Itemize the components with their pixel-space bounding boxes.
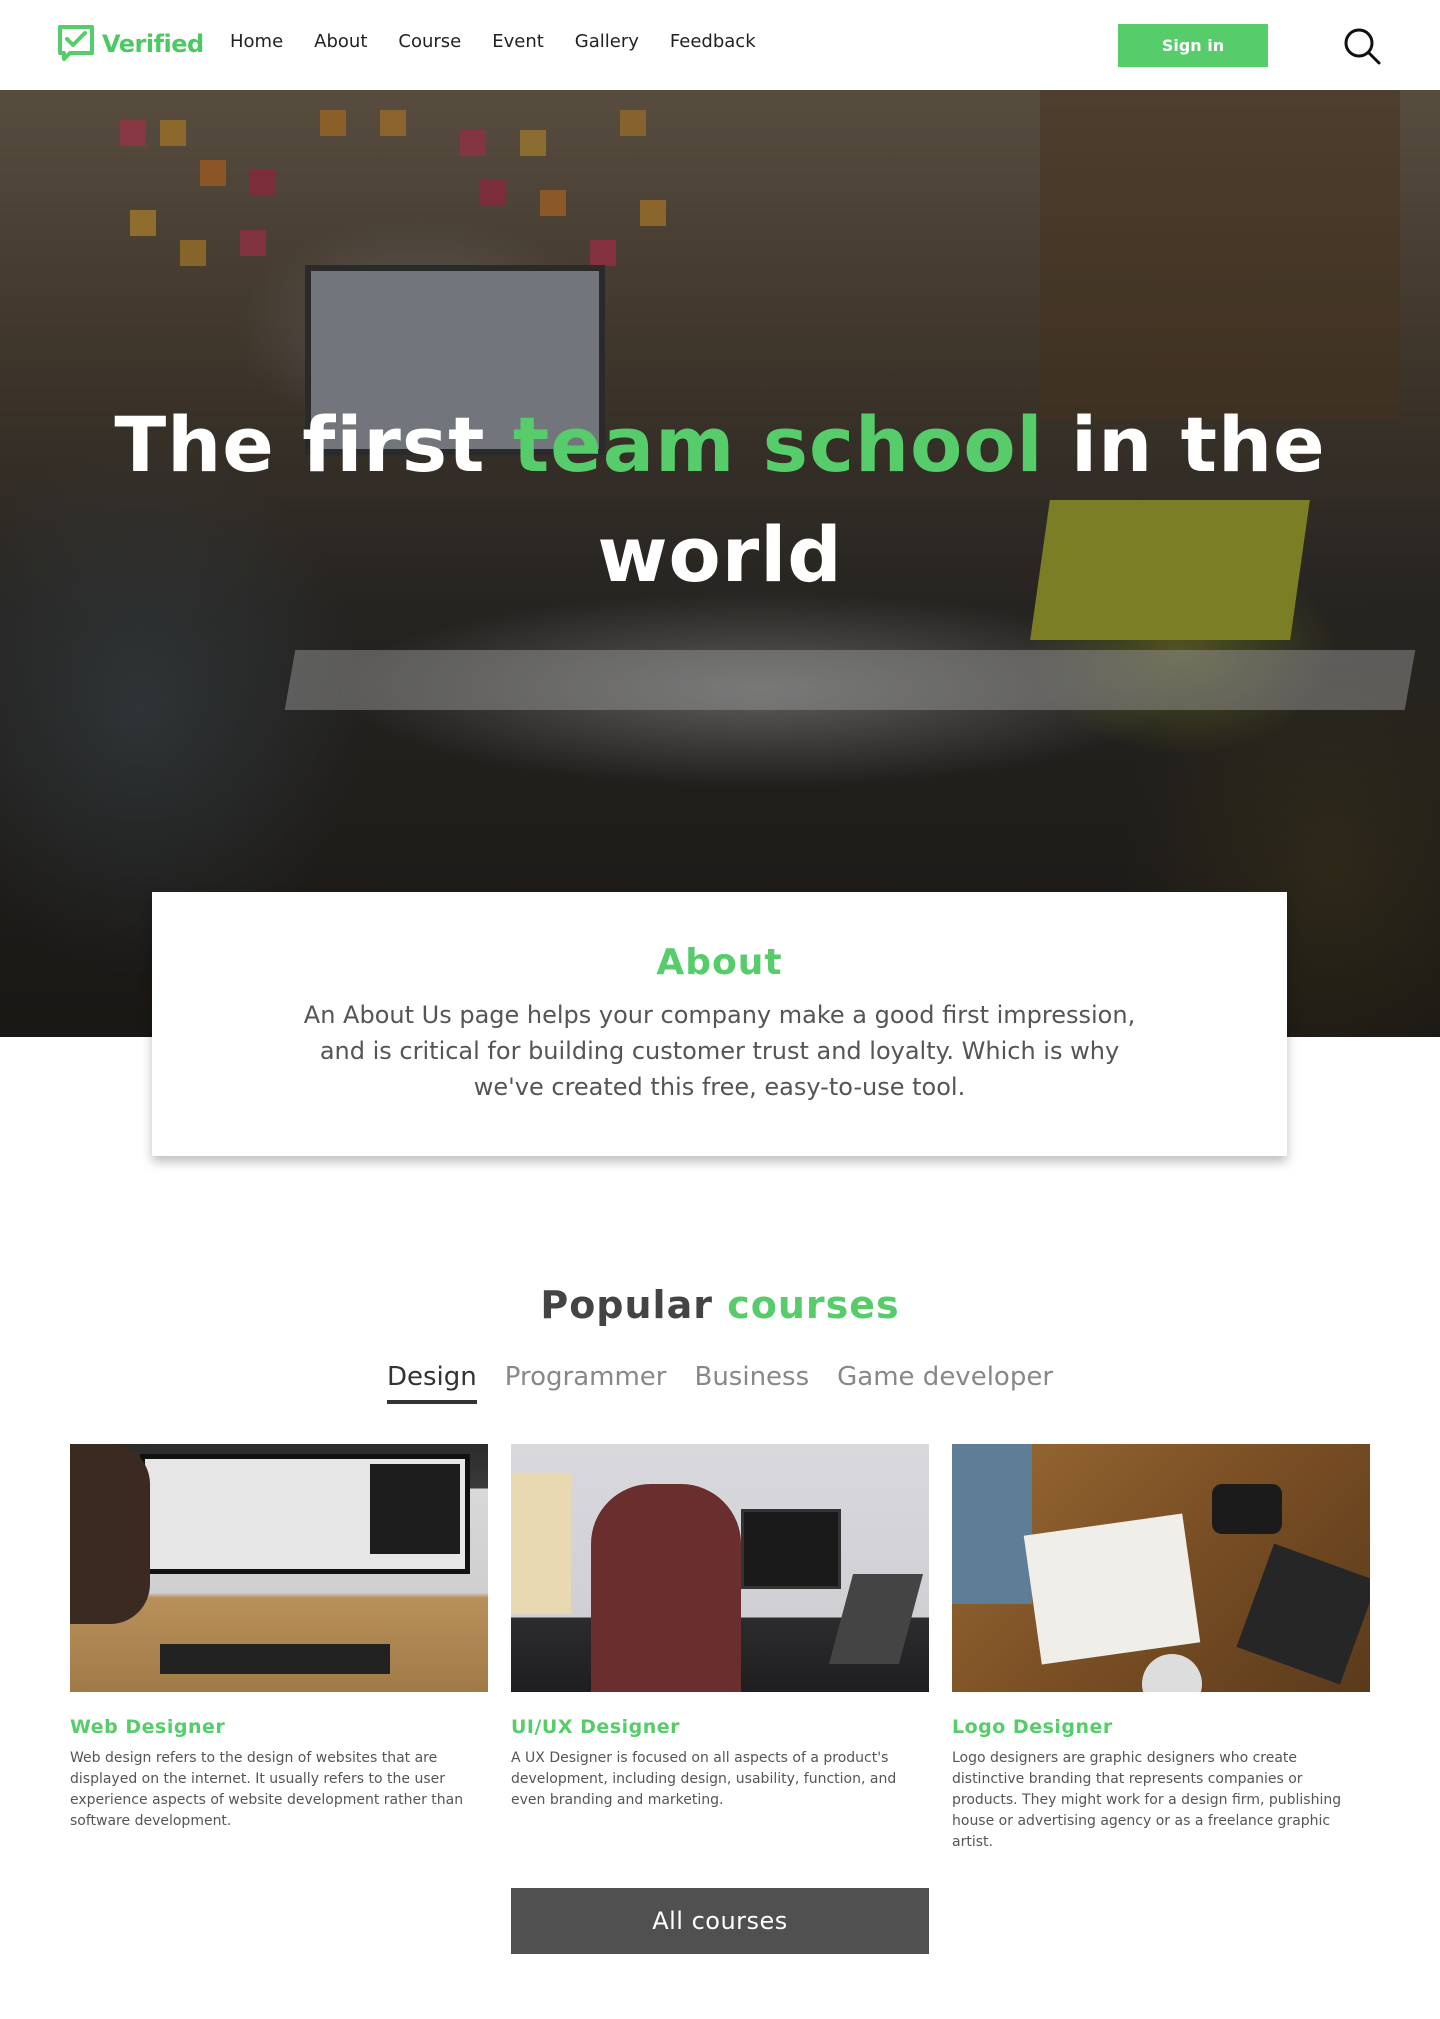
course-image-ui-ux-designer	[511, 1444, 929, 1692]
course-title[interactable]: UI/UX Designer	[511, 1716, 929, 1738]
check-chat-icon	[56, 23, 96, 65]
hero-title-highlight: team school	[512, 400, 1044, 489]
course-description: Logo designers are graphic designers who…	[952, 1750, 1342, 1850]
nav-gallery-link[interactable]: Gallery	[575, 28, 639, 56]
hero-title-start: The first	[114, 400, 513, 489]
nav-home-link[interactable]: Home	[230, 28, 283, 56]
hero-title: The first team school in the world	[0, 390, 1440, 610]
course-description: A UX Designer is focused on all aspects …	[511, 1750, 897, 1808]
popular-courses-heading: Popular courses	[0, 1283, 1440, 1327]
tab-game-developer[interactable]: Game developer	[837, 1362, 1053, 1404]
course-category-tabs: Design Programmer Business Game develope…	[0, 1362, 1440, 1404]
brand-name: Verified	[102, 30, 204, 58]
course-description: Web design refers to the design of websi…	[70, 1750, 464, 1829]
tab-programmer[interactable]: Programmer	[505, 1362, 667, 1404]
tab-design[interactable]: Design	[386, 1362, 477, 1404]
course-card-logo-designer[interactable]: Logo Designer Logo designers are graphic…	[952, 1444, 1370, 1853]
main-menu: Home About Course Event Gallery Feedback	[230, 28, 787, 56]
nav-about-link[interactable]: About	[314, 28, 367, 56]
search-button[interactable]	[1342, 26, 1382, 66]
sign-in-button[interactable]: Sign in	[1118, 24, 1268, 67]
about-description: An About Us page helps your company make…	[303, 1001, 1136, 1101]
courses-heading-plain: Popular	[540, 1283, 728, 1327]
all-courses-button[interactable]: All courses	[511, 1888, 929, 1954]
course-title[interactable]: Web Designer	[70, 1716, 488, 1738]
top-navbar: Verified Home About Course Event Gallery…	[0, 0, 1440, 90]
brand-logo[interactable]: Verified	[56, 22, 204, 66]
course-image-logo-designer	[952, 1444, 1370, 1692]
search-icon	[1344, 28, 1381, 65]
nav-feedback-link[interactable]: Feedback	[670, 28, 756, 56]
course-card-ui-ux-designer[interactable]: UI/UX Designer A UX Designer is focused …	[511, 1444, 929, 1811]
courses-heading-highlight: courses	[727, 1283, 900, 1327]
nav-course-link[interactable]: Course	[398, 28, 461, 56]
course-image-web-designer	[70, 1444, 488, 1692]
course-title[interactable]: Logo Designer	[952, 1716, 1370, 1738]
tab-business[interactable]: Business	[694, 1362, 809, 1404]
course-card-web-designer[interactable]: Web Designer Web design refers to the de…	[70, 1444, 488, 1832]
nav-event-link[interactable]: Event	[492, 28, 544, 56]
about-title: About	[656, 942, 783, 983]
about-card: About An About Us page helps your compan…	[152, 892, 1287, 1156]
